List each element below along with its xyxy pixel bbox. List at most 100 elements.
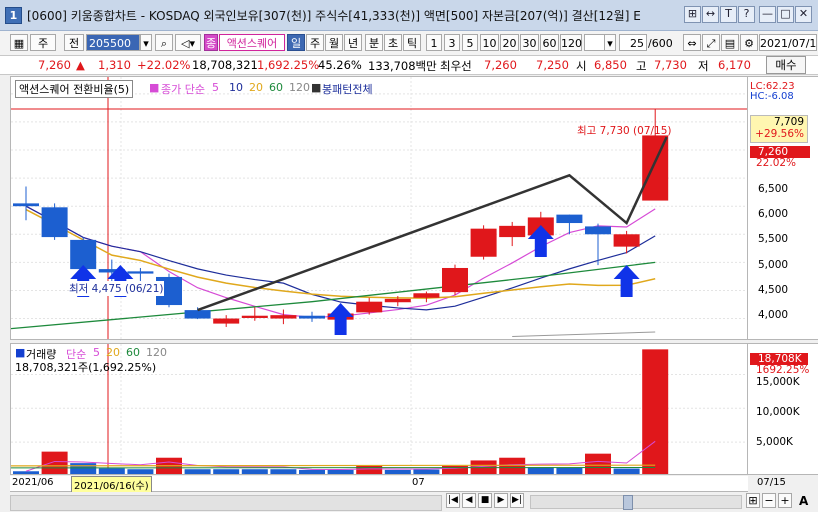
low-price: 6,170 [718, 58, 751, 72]
minimize-button[interactable]: — [759, 6, 776, 23]
candle-body [442, 267, 468, 293]
x-end-label: 07/15 [757, 477, 786, 488]
volume-ma20[interactable]: 20 [106, 346, 120, 359]
ma20-period[interactable]: 20 [249, 81, 263, 94]
vol-tick-5000: 5,000K [756, 436, 793, 448]
navigation-bar: |◀ ◀ ■ ▶ ▶| ⊞ − + A [0, 492, 818, 512]
volume-ma60[interactable]: 60 [126, 346, 140, 359]
scroll-track[interactable] [10, 495, 442, 511]
code-dropdown-icon[interactable]: ▾ [140, 34, 152, 51]
volume-ma5[interactable]: 5 [93, 346, 100, 359]
high-label: 고 [636, 59, 647, 73]
first-page-button[interactable]: |◀ [446, 493, 460, 508]
zoom-icon[interactable]: ⤢ [702, 34, 720, 51]
condition-icon[interactable]: 종 [204, 34, 218, 51]
buy-button[interactable]: 매수 [766, 56, 806, 74]
candle-body [241, 315, 268, 318]
stock-code-input[interactable]: 205500 [86, 34, 140, 51]
minute-120[interactable]: 120 [560, 34, 582, 51]
low-label: 저 [698, 59, 709, 73]
current-price-pct: 22.02% [756, 157, 797, 169]
volume-bar [613, 468, 640, 474]
minute-30[interactable]: 30 [520, 34, 539, 51]
link-icon[interactable]: ↔ [702, 6, 719, 23]
candle-body [556, 214, 583, 224]
type-select[interactable]: 주 [30, 34, 56, 51]
expand-icon[interactable]: ⇔ [683, 34, 701, 51]
volume-icon: ■ [15, 346, 26, 359]
tick-5500: 5,500 [758, 233, 789, 245]
period-year[interactable]: 년 [344, 34, 362, 51]
zoom-slider-handle[interactable] [623, 495, 633, 510]
maximize-button[interactable]: □ [777, 6, 794, 23]
candle-body [184, 310, 211, 319]
candle-body [356, 301, 383, 313]
period-second[interactable]: 초 [384, 34, 402, 51]
left-strip [0, 76, 10, 476]
price-chart[interactable]: 액션스퀘어 전환비율(5) ■ 종가 단순 5 10 20 60 120 ■ 봉… [10, 76, 748, 340]
candle-body [499, 225, 526, 238]
zoom-out-button[interactable]: − [762, 493, 776, 508]
volume-bar [41, 451, 68, 474]
trade-amount: 133,708백만 [368, 59, 437, 73]
candle-body [13, 203, 39, 207]
candle-body [585, 226, 611, 235]
best-bid-label: 최우선 [440, 59, 472, 73]
help-icon[interactable]: ? [738, 6, 755, 23]
volume-bar [270, 469, 297, 474]
ma60-period[interactable]: 60 [269, 81, 283, 94]
custom-period-dropdown-icon[interactable]: ▾ [604, 34, 616, 51]
prev-button[interactable]: ◀ [462, 493, 476, 508]
period-day[interactable]: 일 [287, 34, 305, 51]
last-page-button[interactable]: ▶| [510, 493, 524, 508]
quote-row: 7,260 ▲ 1,310 +22.02% 18,708,321 1,692.2… [0, 56, 818, 75]
title-bar: 1 [0600] 키움종합차트 - KOSDAQ 외국인보유[307(천)] 주… [0, 0, 818, 31]
minute-60[interactable]: 60 [540, 34, 559, 51]
grid-icon[interactable]: ▦ [10, 34, 28, 51]
period-minute[interactable]: 분 [365, 34, 383, 51]
period-month[interactable]: 월 [325, 34, 343, 51]
stock-name-button[interactable]: 액션스퀘어 [219, 34, 285, 51]
volume-ma120[interactable]: 120 [146, 346, 167, 359]
count-input[interactable]: 25 [619, 34, 647, 51]
next-button[interactable]: ▶ [494, 493, 508, 508]
ma120-period[interactable]: 120 [289, 81, 310, 94]
minute-3[interactable]: 3 [444, 34, 460, 51]
high-price: 7,730 [654, 58, 687, 72]
volume-bar [642, 349, 669, 474]
volume-chart[interactable]: ■ 거래량 단순 5 20 60 120 18,708,321주(1,692.2… [10, 343, 748, 475]
fit-icon[interactable]: ⊞ [746, 493, 760, 508]
sound-icon[interactable]: ◁▾ [175, 34, 201, 51]
volume-axis: 18,708K 1692.25% 15,000K 10,000K 5,000K [748, 343, 818, 475]
pattern-label[interactable]: 봉패턴전체 [322, 81, 373, 97]
close-button[interactable]: ✕ [795, 6, 812, 23]
ma5-period[interactable]: 5 [212, 81, 219, 94]
indicator-legend[interactable]: 액션스퀘어 전환비율(5) [15, 80, 134, 98]
minute-20[interactable]: 20 [500, 34, 519, 51]
stop-button[interactable]: ■ [478, 493, 492, 508]
price-change-pct: +22.02% [137, 58, 191, 72]
settings-icon[interactable]: ⚙ [740, 34, 758, 51]
print-icon[interactable]: ▤ [721, 34, 739, 51]
minute-10[interactable]: 10 [480, 34, 499, 51]
minute-1[interactable]: 1 [426, 34, 442, 51]
type2-select[interactable]: 전 [64, 34, 84, 51]
font-size-icon[interactable]: A [799, 494, 808, 508]
zoom-in-button[interactable]: + [778, 493, 792, 508]
volume-bar [156, 457, 182, 474]
layout-icon[interactable]: ⊞ [684, 6, 701, 23]
ma10-period[interactable]: 10 [229, 81, 243, 94]
volume-bar [556, 467, 583, 474]
search-icon[interactable]: ⌕ [155, 34, 173, 51]
period-tick[interactable]: 틱 [403, 34, 421, 51]
ma-label[interactable]: 종가 단순 [161, 81, 205, 97]
volume-bar [327, 469, 354, 474]
volume-bar [585, 453, 611, 474]
ma120-line [512, 331, 656, 338]
text-icon[interactable]: T [720, 6, 737, 23]
zoom-slider-track[interactable] [530, 495, 742, 510]
period-week[interactable]: 주 [306, 34, 324, 51]
date-input[interactable]: 2021/07/1 [759, 34, 817, 51]
volume-bar [127, 469, 154, 474]
minute-5[interactable]: 5 [462, 34, 478, 51]
